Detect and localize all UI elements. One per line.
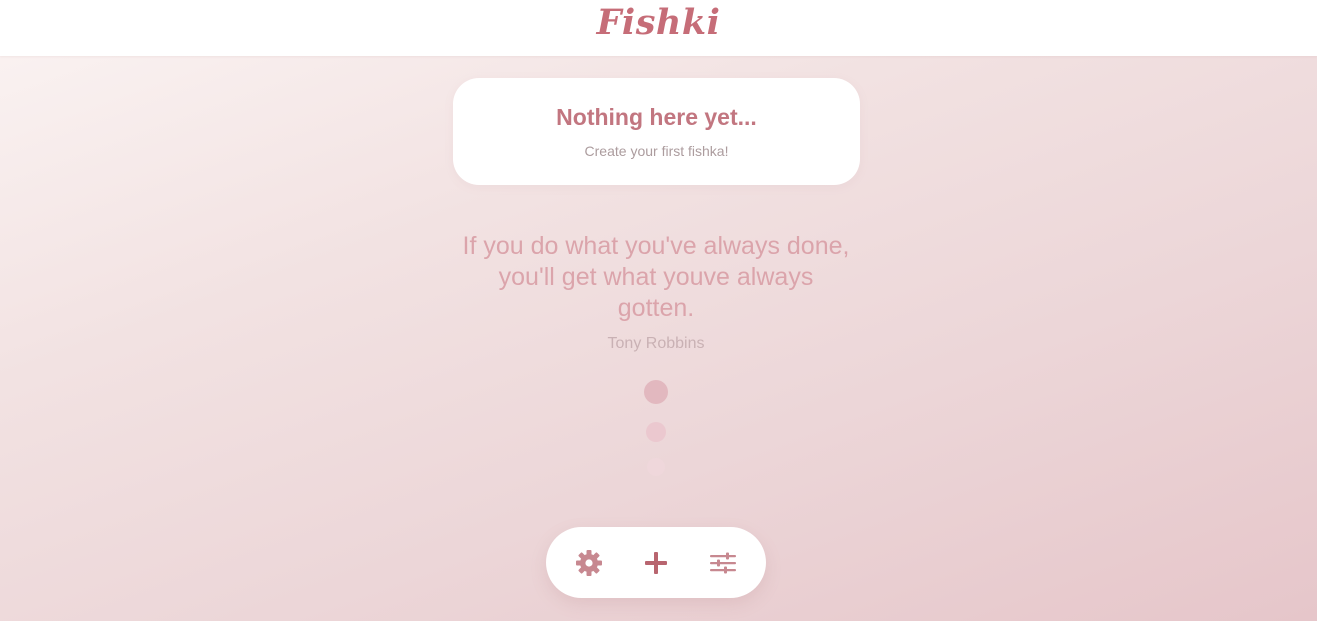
scroll-indicator-dot (646, 422, 666, 442)
empty-state-card: Nothing here yet... Create your first fi… (453, 78, 860, 185)
sliders-icon (710, 552, 736, 574)
filter-button[interactable] (707, 547, 739, 579)
settings-button[interactable] (573, 547, 605, 579)
app-logo[interactable]: Fishki (0, 0, 1317, 46)
motivational-quote: If you do what you've always done, you'l… (462, 232, 850, 322)
add-fishka-button[interactable] (640, 547, 672, 579)
bottom-toolbar (546, 527, 766, 598)
scroll-indicator-dot (644, 380, 668, 404)
scroll-indicator-dot (647, 458, 665, 476)
quote-author: Tony Robbins (607, 335, 705, 352)
plus-icon (645, 552, 667, 574)
empty-state-title: Nothing here yet... (556, 104, 757, 130)
gear-icon (576, 550, 602, 576)
empty-state-subtitle: Create your first fishka! (584, 143, 729, 159)
top-bar: Fishki (0, 0, 1317, 56)
